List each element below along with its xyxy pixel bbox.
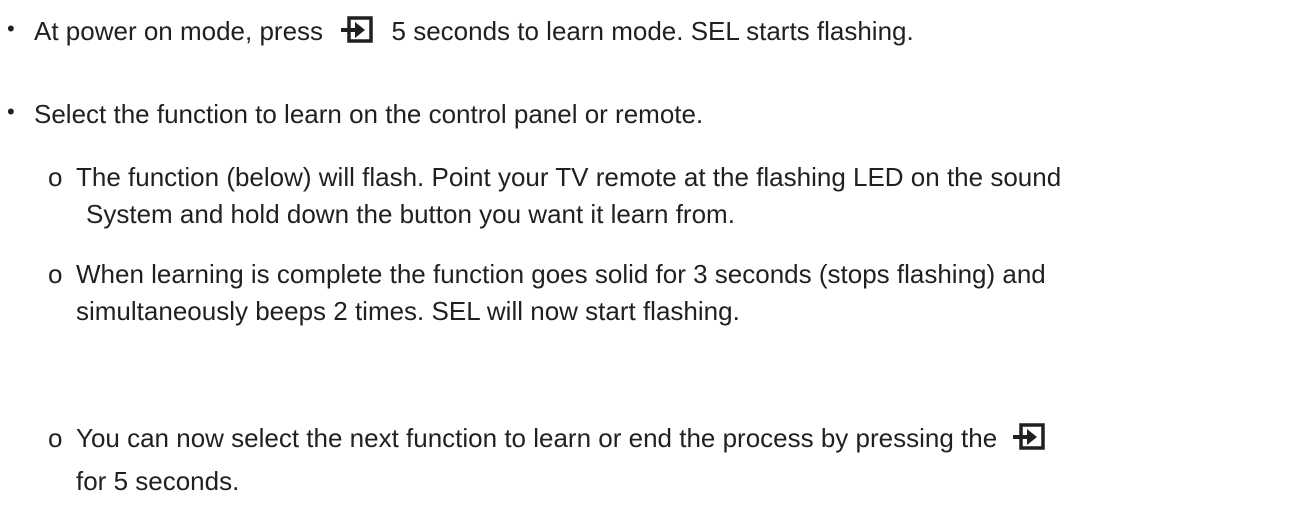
sub-item-text-before-icon: You can now select the next function to … — [76, 423, 998, 453]
input-arrow-icon — [340, 15, 374, 45]
sub-item-marker: o — [48, 162, 63, 192]
bullet-text-after-icon: 5 seconds to learn mode. SEL starts flas… — [391, 16, 914, 46]
bullet-marker: • — [7, 16, 15, 41]
bullet-text-line: Select the function to learn on the cont… — [34, 99, 704, 129]
sub-item-marker: o — [48, 423, 63, 453]
bullet-text-before-icon: At power on mode, press — [34, 16, 324, 46]
sub-item-line-1: The function (below) will flash. Point y… — [76, 162, 1062, 192]
sub-item-line-2: System and hold down the button you want… — [86, 199, 735, 229]
sub-item-marker: o — [48, 259, 63, 289]
bullet-text-line: At power on mode, press 5 seconds to lea… — [34, 16, 914, 48]
sub-item-line-2: for 5 seconds. — [76, 466, 240, 496]
bullet-marker: • — [7, 99, 15, 124]
input-arrow-icon — [1012, 422, 1046, 452]
sub-item-line-1: When learning is complete the function g… — [76, 259, 1046, 289]
sub-item-line-1: You can now select the next function to … — [76, 423, 1046, 455]
sub-item-line-2: simultaneously beeps 2 times. SEL will n… — [76, 296, 740, 326]
